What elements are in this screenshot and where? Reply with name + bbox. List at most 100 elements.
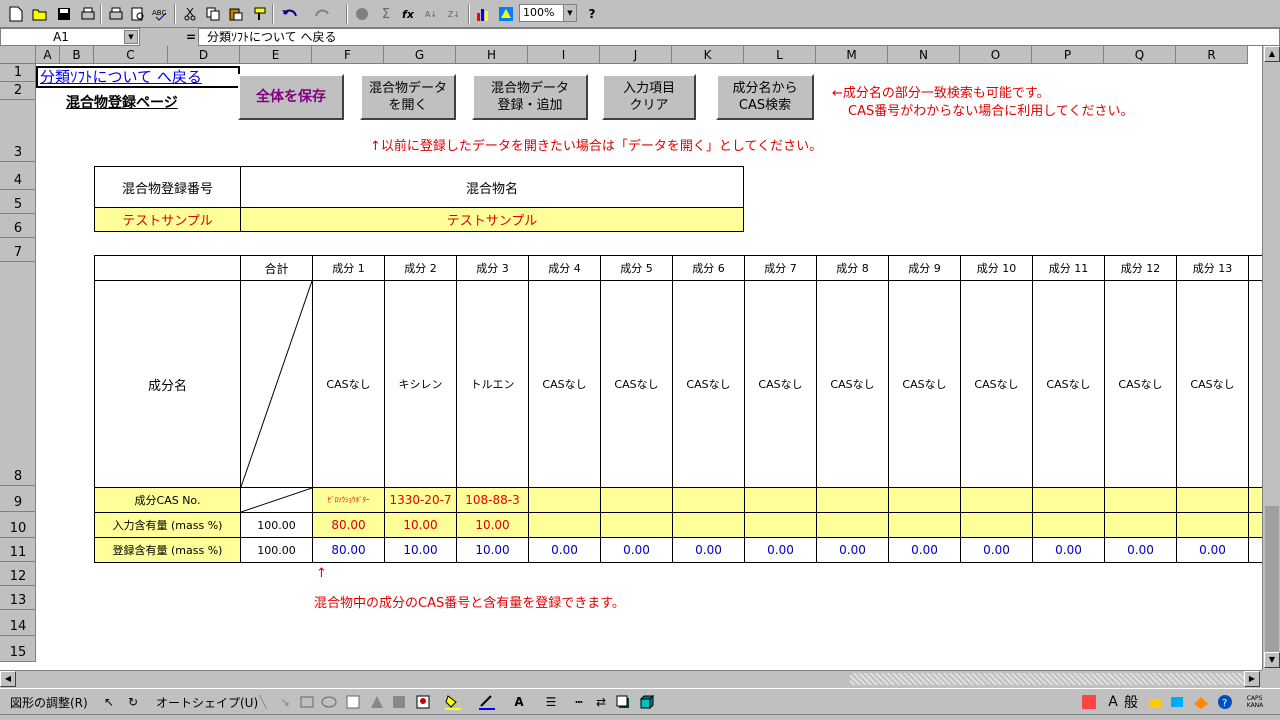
- component-cas-cell[interactable]: 1330-20-7: [384, 487, 457, 513]
- column-header[interactable]: G: [384, 46, 456, 64]
- map-icon[interactable]: [496, 4, 516, 24]
- column-header[interactable]: E: [240, 46, 312, 64]
- component-input-cell[interactable]: [1032, 512, 1105, 538]
- column-header[interactable]: A: [36, 46, 60, 64]
- print-setup-icon[interactable]: [78, 4, 98, 24]
- component-name-cell[interactable]: CASなし: [1032, 280, 1105, 488]
- component-name-cell[interactable]: トルエン: [456, 280, 529, 488]
- autoshape-menu[interactable]: オートシェイプ(U): [156, 694, 258, 711]
- row-header[interactable]: 6: [0, 214, 36, 238]
- chevron-down-icon[interactable]: ▼: [124, 30, 138, 44]
- line-icon[interactable]: ╲: [254, 693, 272, 711]
- component-cas-cell[interactable]: [744, 487, 817, 513]
- component-cas-cell[interactable]: 108-88-3: [456, 487, 529, 513]
- component-cas-cell[interactable]: [1104, 487, 1177, 513]
- component-name-cell[interactable]: CASなし: [744, 280, 817, 488]
- component-cas-cell[interactable]: [888, 487, 961, 513]
- scroll-down-icon[interactable]: ▼: [1264, 652, 1280, 668]
- component-name-cell[interactable]: キシレン: [384, 280, 457, 488]
- component-name-cell[interactable]: CASなし: [960, 280, 1033, 488]
- clear-inputs-button[interactable]: 入力項目 クリア: [602, 74, 696, 120]
- wordart-icon[interactable]: [368, 693, 386, 711]
- open-mixture-button[interactable]: 混合物データ を開く: [360, 74, 456, 120]
- cut-icon[interactable]: [180, 4, 200, 24]
- help-icon[interactable]: ?: [582, 4, 602, 24]
- component-cas-cell[interactable]: [960, 487, 1033, 513]
- row-header[interactable]: 15: [0, 636, 36, 662]
- column-header[interactable]: P: [1032, 46, 1104, 64]
- chart-icon[interactable]: [474, 4, 494, 24]
- spellcheck-icon[interactable]: ABC: [150, 4, 170, 24]
- row-header[interactable]: 13: [0, 586, 36, 610]
- column-header[interactable]: B: [60, 46, 94, 64]
- select-all-corner[interactable]: [0, 46, 36, 64]
- clipart-icon[interactable]: [390, 693, 408, 711]
- ime-tool-icon[interactable]: [1192, 693, 1210, 711]
- hyperlink-icon[interactable]: [352, 4, 372, 24]
- column-header[interactable]: Q: [1104, 46, 1176, 64]
- component-input-cell[interactable]: [744, 512, 817, 538]
- vertical-scrollbar[interactable]: ▲ ▼: [1262, 46, 1280, 670]
- save-icon[interactable]: [54, 4, 74, 24]
- horizontal-scroll-track[interactable]: [850, 673, 1244, 685]
- column-header[interactable]: N: [888, 46, 960, 64]
- 3d-icon[interactable]: [638, 693, 656, 711]
- row-header[interactable]: 1: [0, 64, 36, 82]
- component-name-cell[interactable]: CASなし: [672, 280, 745, 488]
- row-header[interactable]: 10: [0, 512, 36, 538]
- row-header[interactable]: 8: [0, 262, 36, 486]
- column-header[interactable]: O: [960, 46, 1032, 64]
- shadow-icon[interactable]: [614, 693, 632, 711]
- component-input-cell[interactable]: [888, 512, 961, 538]
- register-mixture-button[interactable]: 混合物データ 登録・追加: [472, 74, 588, 120]
- component-name-cell[interactable]: CASなし: [312, 280, 385, 488]
- save-all-button[interactable]: 全体を保存: [238, 74, 344, 120]
- sort-ascending-icon[interactable]: A↓: [421, 4, 441, 24]
- column-header[interactable]: J: [600, 46, 672, 64]
- picture-icon[interactable]: [414, 693, 432, 711]
- paste-icon[interactable]: [226, 4, 246, 24]
- dash-style-icon[interactable]: ┅: [570, 693, 588, 711]
- undo-icon[interactable]: [280, 4, 300, 24]
- fill-color-icon[interactable]: [444, 693, 462, 711]
- column-header[interactable]: F: [312, 46, 384, 64]
- column-header[interactable]: D: [168, 46, 240, 64]
- column-header[interactable]: L: [744, 46, 816, 64]
- component-input-cell[interactable]: 10.00: [384, 512, 457, 538]
- ime-conversion-label[interactable]: 般: [1122, 693, 1140, 711]
- column-header[interactable]: K: [672, 46, 744, 64]
- component-cas-cell[interactable]: [1176, 487, 1249, 513]
- component-cas-cell[interactable]: [528, 487, 601, 513]
- zoom-select[interactable]: 100% ▼: [519, 4, 577, 22]
- arrow-style-icon[interactable]: ⇄: [592, 693, 610, 711]
- ime-pad-icon[interactable]: [1146, 693, 1164, 711]
- component-name-cell[interactable]: CASなし: [1176, 280, 1249, 488]
- mixture-number-value[interactable]: テストサンプル: [94, 207, 241, 232]
- row-header[interactable]: 9: [0, 486, 36, 512]
- component-input-cell[interactable]: [528, 512, 601, 538]
- ime-dictionary-icon[interactable]: [1168, 693, 1186, 711]
- component-cas-cell[interactable]: ｾﾞﾛｿｳｼｮｳﾎﾞﾀｰ: [312, 487, 385, 513]
- row-header[interactable]: 14: [0, 610, 36, 636]
- rotate-icon[interactable]: ↻: [124, 693, 142, 711]
- ime-input-icon[interactable]: A: [1104, 693, 1122, 711]
- scroll-left-icon[interactable]: ◀: [0, 671, 16, 687]
- arrow-icon[interactable]: ↘: [276, 693, 294, 711]
- line-color-icon[interactable]: [478, 693, 496, 711]
- component-name-cell[interactable]: CASなし: [528, 280, 601, 488]
- adjust-shapes-menu[interactable]: 図形の調整(R): [10, 694, 88, 711]
- component-cas-cell[interactable]: [600, 487, 673, 513]
- row-header[interactable]: 3: [0, 100, 36, 162]
- component-name-cell[interactable]: CASなし: [600, 280, 673, 488]
- component-input-cell[interactable]: [960, 512, 1033, 538]
- component-name-cell[interactable]: CASなし: [1104, 280, 1177, 488]
- component-input-cell[interactable]: [1176, 512, 1249, 538]
- component-input-cell[interactable]: [600, 512, 673, 538]
- new-icon[interactable]: [6, 4, 26, 24]
- row-header[interactable]: 7: [0, 238, 36, 262]
- select-pointer-icon[interactable]: ↖: [100, 693, 118, 711]
- component-cas-cell[interactable]: [1032, 487, 1105, 513]
- vertical-scroll-thumb[interactable]: [1265, 506, 1279, 656]
- rectangle-icon[interactable]: [298, 693, 316, 711]
- ime-mode-icon[interactable]: [1080, 693, 1098, 711]
